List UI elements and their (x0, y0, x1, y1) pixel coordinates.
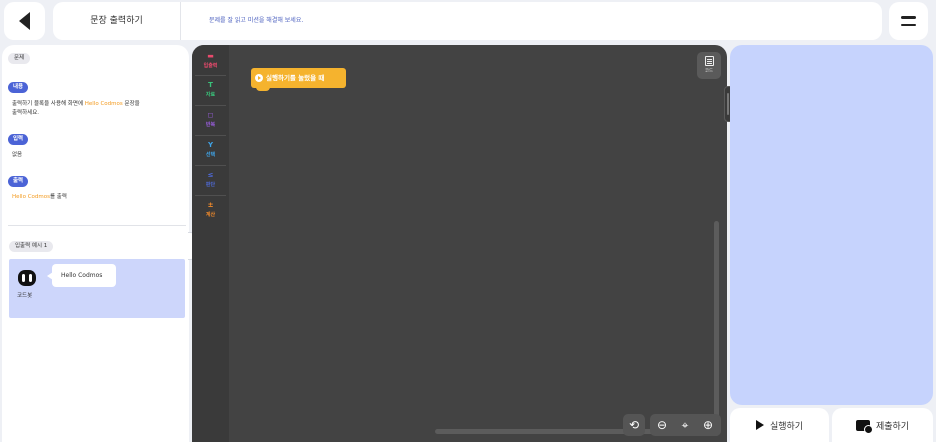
example-card: 코드봇 Hello Codmos (9, 259, 185, 318)
content-text-part3: 출력하세요. (12, 110, 40, 116)
output-text-part: 를 출력 (49, 194, 67, 200)
category-data-label: 자료 (205, 92, 216, 98)
zoom-out-icon: ⊖ (656, 418, 668, 432)
category-select-label: 선택 (205, 152, 216, 158)
output-text: Hello Codmos를 출력 (12, 193, 67, 202)
category-calc-label: 계산 (205, 212, 216, 218)
menu-button[interactable] (889, 2, 928, 40)
submit-button[interactable]: 제출하기 (832, 408, 933, 442)
speaker-name: 코드봇 (17, 293, 33, 299)
select-icon: Y (207, 141, 214, 149)
codebot-avatar (18, 270, 36, 286)
zoom-out-button[interactable]: ⊖ (651, 414, 673, 436)
input-label: 입력 (8, 134, 29, 145)
data-icon: T (208, 81, 213, 89)
zoom-in-button[interactable]: ⊕ (697, 414, 719, 436)
problem-panel: 문제 내용 출력하기 블록을 사용해 화면에 Hello Codmos 문장을 출… (2, 45, 189, 442)
robot-eye-right (29, 274, 32, 282)
category-loop[interactable]: ◻ 반복 (192, 106, 229, 135)
reset-icon: ⟲ (628, 418, 640, 432)
category-calc[interactable]: ± 계산 (192, 196, 229, 225)
play-icon (755, 420, 764, 430)
run-button-label: 실행하기 (769, 421, 804, 432)
content-highlight: Hello Codmos (84, 101, 123, 107)
start-block[interactable]: 실행하기를 눌렀을 때 (251, 68, 346, 88)
start-block-connector (256, 86, 270, 91)
run-button[interactable]: 실행하기 (730, 408, 829, 442)
example-tag: 입출력 예시 1 (9, 241, 54, 252)
category-loop-label: 반복 (205, 122, 216, 128)
content-text-part1: 출력하기 블록을 사용해 화면에 (12, 101, 85, 107)
undo-group: ⟲ (623, 414, 645, 436)
io-icon: ▬ (207, 52, 214, 60)
category-judge-label: 판단 (205, 182, 216, 188)
category-select[interactable]: Y 선택 (192, 136, 229, 165)
title-bar: 문장 출력하기 문제를 잘 읽고 미션을 해결해 보세요. (53, 2, 882, 40)
calc-icon: ± (207, 201, 214, 209)
page-title: 문장 출력하기 (90, 16, 143, 26)
submit-button-label: 제출하기 (875, 421, 910, 432)
block-workspace[interactable]: ▬ 입출력 T 자료 ◻ 반복 Y 선택 ≤ 판단 ± 계산 실행하기를 눌렀을… (192, 45, 727, 442)
code-view-button[interactable]: 코드 (697, 52, 721, 79)
code-icon (704, 56, 714, 66)
output-stage (730, 45, 933, 405)
judge-icon: ≤ (207, 171, 214, 179)
zoom-controls: ⊖ ⌖ ⊕ (650, 414, 721, 436)
input-text: 없음 (12, 152, 23, 158)
output-label: 출력 (8, 176, 29, 187)
center-button[interactable]: ⌖ (674, 414, 696, 436)
crosshair-icon: ⌖ (681, 418, 689, 432)
start-block-label: 실행하기를 눌렀을 때 (266, 74, 325, 82)
category-judge[interactable]: ≤ 판단 (192, 166, 229, 195)
category-io[interactable]: ▬ 입출력 (192, 47, 229, 76)
play-circle-icon (255, 74, 263, 82)
content-text-part2: 문장을 (122, 101, 140, 107)
title-divider (180, 2, 181, 40)
block-category-bar: ▬ 입출력 T 자료 ◻ 반복 Y 선택 ≤ 판단 ± 계산 (192, 45, 229, 442)
reset-button[interactable]: ⟲ (623, 414, 645, 436)
output-highlight: Hello Codmos (12, 194, 50, 200)
loop-icon: ◻ (207, 111, 214, 119)
menu-icon-bar (901, 23, 916, 26)
speech-bubble: Hello Codmos (52, 264, 116, 287)
back-button[interactable] (4, 2, 45, 40)
category-data[interactable]: T 자료 (192, 76, 229, 105)
content-text: 출력하기 블록을 사용해 화면에 Hello Codmos 문장을출력하세요. (12, 100, 184, 118)
robot-eye-left (22, 274, 25, 282)
zoom-in-icon: ⊕ (702, 418, 714, 432)
code-button-label: 코드 (704, 69, 714, 74)
problem-tag: 문제 (8, 53, 31, 64)
submit-icon (855, 419, 873, 434)
section-divider (8, 225, 186, 226)
back-arrow-icon (19, 12, 30, 30)
page-subtitle: 문제를 잘 읽고 미션을 해결해 보세요. (209, 17, 304, 24)
content-label: 내용 (8, 82, 29, 93)
category-io-label: 입출력 (203, 63, 218, 69)
vertical-scrollbar[interactable] (714, 221, 719, 436)
menu-icon (901, 16, 916, 19)
